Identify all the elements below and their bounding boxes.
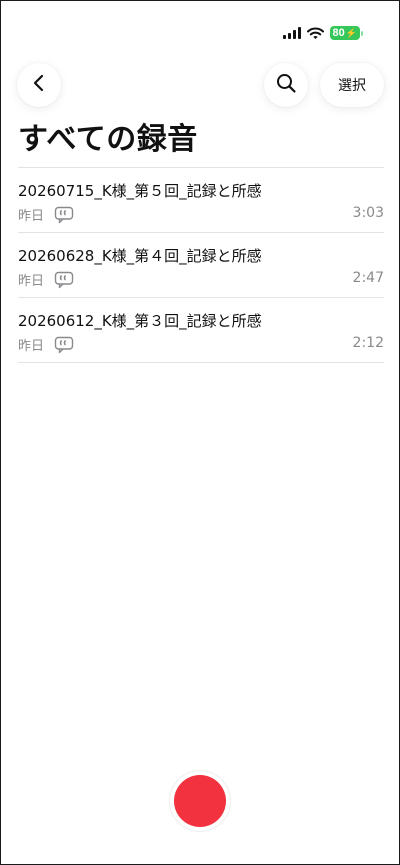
recording-meta: 昨日 (18, 205, 74, 224)
record-button[interactable] (174, 775, 226, 827)
battery-level-indicator: 80 ⚡ (329, 26, 360, 40)
recording-title: 20260715_K様_第５回_記録と所感 (18, 182, 262, 200)
recording-item[interactable]: 20260715_K様_第５回_記録と所感 昨日 3:03 (18, 168, 384, 233)
page-title: すべての録音 (18, 122, 198, 157)
recording-duration: 2:12 (352, 335, 384, 351)
transcript-icon (54, 206, 74, 224)
transcript-icon (54, 271, 74, 289)
status-bar: 80 ⚡ (282, 23, 363, 43)
recording-meta: 昨日 (18, 270, 74, 289)
recording-date: 昨日 (18, 209, 45, 224)
recording-item[interactable]: 20260628_K様_第４回_記録と所感 昨日 2:47 (18, 233, 384, 298)
signal-bars-icon (282, 27, 301, 39)
recording-duration: 2:47 (352, 270, 384, 286)
search-button[interactable] (264, 63, 308, 107)
app-screen: 80⚡ 選択 すべての録音 20260715_K様_第５回_記録と所感 昨日 (0, 0, 400, 865)
back-button[interactable] (17, 63, 61, 107)
recording-duration: 3:03 (352, 205, 384, 221)
battery-icon: 80 ⚡ (329, 26, 363, 40)
recording-title: 20260612_K様_第３回_記録と所感 (18, 312, 262, 330)
recording-item[interactable]: 20260612_K様_第３回_記録と所感 昨日 2:12 (18, 298, 384, 363)
recording-date: 昨日 (18, 339, 45, 354)
recordings-list: 20260715_K様_第５回_記録と所感 昨日 3:03 20260628_K… (18, 167, 384, 363)
chevron-left-icon (32, 73, 46, 97)
recording-title: 20260628_K様_第４回_記録と所感 (18, 247, 262, 265)
charging-bolt-icon: ⚡ (345, 28, 357, 38)
transcript-icon (54, 336, 74, 354)
battery-cap (361, 30, 363, 36)
wifi-icon (306, 27, 324, 40)
search-icon (275, 72, 297, 98)
recording-date: 昨日 (18, 274, 45, 289)
recording-meta: 昨日 (18, 335, 74, 354)
battery-level: 80 (332, 27, 345, 39)
select-button[interactable]: 選択 (320, 63, 384, 107)
